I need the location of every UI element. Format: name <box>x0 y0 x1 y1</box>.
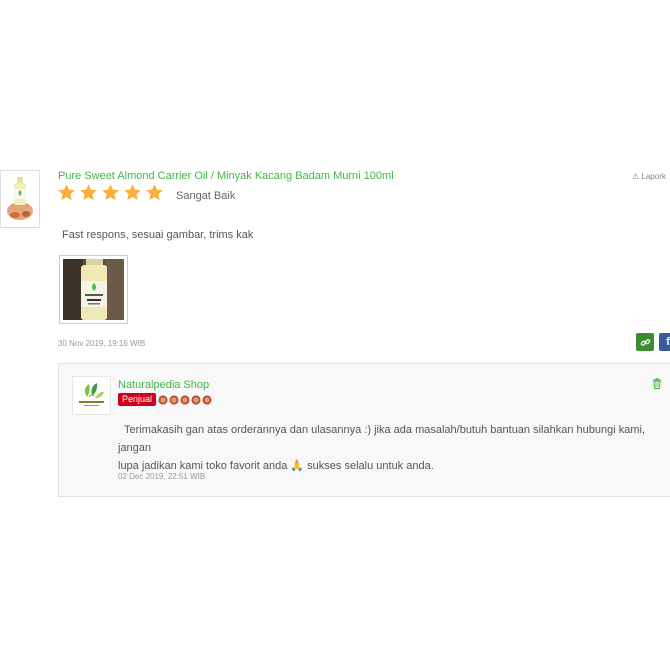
product-name-link[interactable]: Pure Sweet Almond Carrier Oil / Minyak K… <box>58 170 394 182</box>
reply-date: 02 Dec 2019, 22:51 WIB <box>118 472 206 481</box>
medal-icon <box>158 395 168 405</box>
reply-text: Terimakasih gan atas orderannya dan ulas… <box>118 421 663 475</box>
medal-icon <box>169 395 179 405</box>
rating-label: Sangat Baik <box>176 190 236 202</box>
review-photo[interactable] <box>59 255 128 324</box>
copy-link-button[interactable] <box>636 333 654 351</box>
share-facebook-button[interactable]: f <box>659 333 670 351</box>
medal-icon <box>202 395 212 405</box>
star-rating <box>57 183 164 202</box>
product-thumbnail[interactable] <box>0 170 40 228</box>
shop-logo <box>73 377 110 414</box>
report-link[interactable]: ⚠ Lapork <box>632 172 666 181</box>
trash-icon[interactable] <box>652 378 662 389</box>
star-icon <box>124 184 141 201</box>
facebook-icon: f <box>666 336 670 348</box>
seller-badge: Penjual <box>118 393 157 406</box>
shop-avatar[interactable] <box>72 376 111 415</box>
reputation-medals[interactable] <box>158 395 212 405</box>
medal-icon <box>191 395 201 405</box>
warning-icon: ⚠ <box>632 172 640 181</box>
review-text: Fast respons, sesuai gambar, trims kak <box>62 229 254 241</box>
reply-text-line: Terimakasih gan atas orderannya dan ulas… <box>118 424 646 454</box>
review-date: 30 Nov 2019, 19:16 WIB <box>58 339 146 348</box>
star-icon <box>146 184 163 201</box>
medal-icon <box>180 395 190 405</box>
link-icon <box>640 338 650 346</box>
star-icon <box>102 184 119 201</box>
product-image <box>1 171 39 227</box>
star-icon <box>80 184 97 201</box>
star-icon <box>58 184 75 201</box>
review-photo-image <box>63 259 124 320</box>
report-label: Lapork <box>641 172 666 181</box>
shop-name-link[interactable]: Naturalpedia Shop <box>118 379 209 391</box>
